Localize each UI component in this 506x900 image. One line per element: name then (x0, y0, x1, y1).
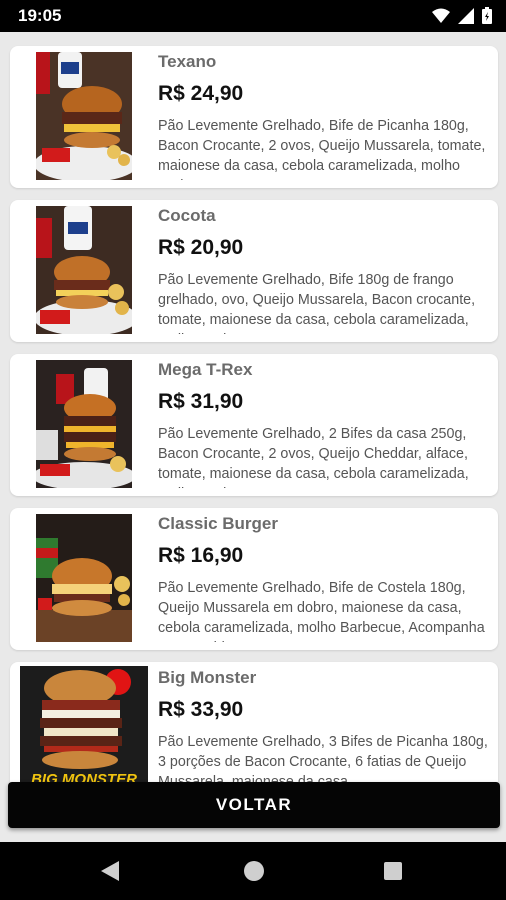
product-price: R$ 16,90 (158, 544, 244, 567)
product-name: Classic Burger (158, 514, 278, 533)
product-card-cocota[interactable]: Cocota R$ 20,90 Pão Levemente Grelhado, … (10, 200, 498, 342)
product-price: R$ 31,90 (158, 390, 244, 413)
product-description: Pão Levemente Grelhado, Bife de Costela … (158, 580, 485, 642)
home-icon[interactable] (244, 861, 264, 881)
recents-icon[interactable] (384, 862, 402, 880)
product-card-mega-t-rex[interactable]: Mega T-Rex R$ 31,90 Pão Levemente Grelha… (10, 354, 498, 496)
product-image-mega-t-rex (36, 360, 132, 488)
product-price: R$ 24,90 (158, 82, 244, 105)
product-name: Big Monster (158, 668, 257, 687)
product-price: R$ 33,90 (158, 698, 244, 721)
navigation-bar (0, 842, 506, 900)
status-bar: 19:05 (0, 0, 506, 32)
status-icons (432, 7, 492, 24)
product-name: Cocota (158, 206, 216, 225)
signal-icon (458, 7, 474, 24)
product-image-texano (36, 52, 132, 180)
product-list-screen[interactable]: Texano R$ 24,90 Pão Levemente Grelhado, … (0, 32, 506, 842)
product-image-classic-burger (36, 514, 132, 642)
product-description: Pão Levemente Grelhado, 2 Bifes da casa … (158, 426, 469, 488)
product-card-classic-burger[interactable]: Classic Burger R$ 16,90 Pão Levemente Gr… (10, 508, 498, 650)
product-description: Pão Levemente Grelhado, Bife de Picanha … (158, 118, 486, 180)
battery-icon (482, 7, 492, 24)
product-list[interactable]: Texano R$ 24,90 Pão Levemente Grelhado, … (10, 46, 498, 834)
wifi-icon (432, 8, 450, 23)
voltar-button[interactable]: VOLTAR (8, 782, 500, 828)
status-time: 19:05 (18, 6, 62, 25)
back-icon[interactable] (101, 861, 119, 881)
product-card-texano[interactable]: Texano R$ 24,90 Pão Levemente Grelhado, … (10, 46, 498, 188)
product-price: R$ 20,90 (158, 236, 244, 259)
product-name: Texano (158, 52, 217, 71)
product-name: Mega T-Rex (158, 360, 253, 379)
product-description: Pão Levemente Grelhado, Bife 180g de fra… (158, 272, 476, 334)
product-image-cocota (36, 206, 132, 334)
